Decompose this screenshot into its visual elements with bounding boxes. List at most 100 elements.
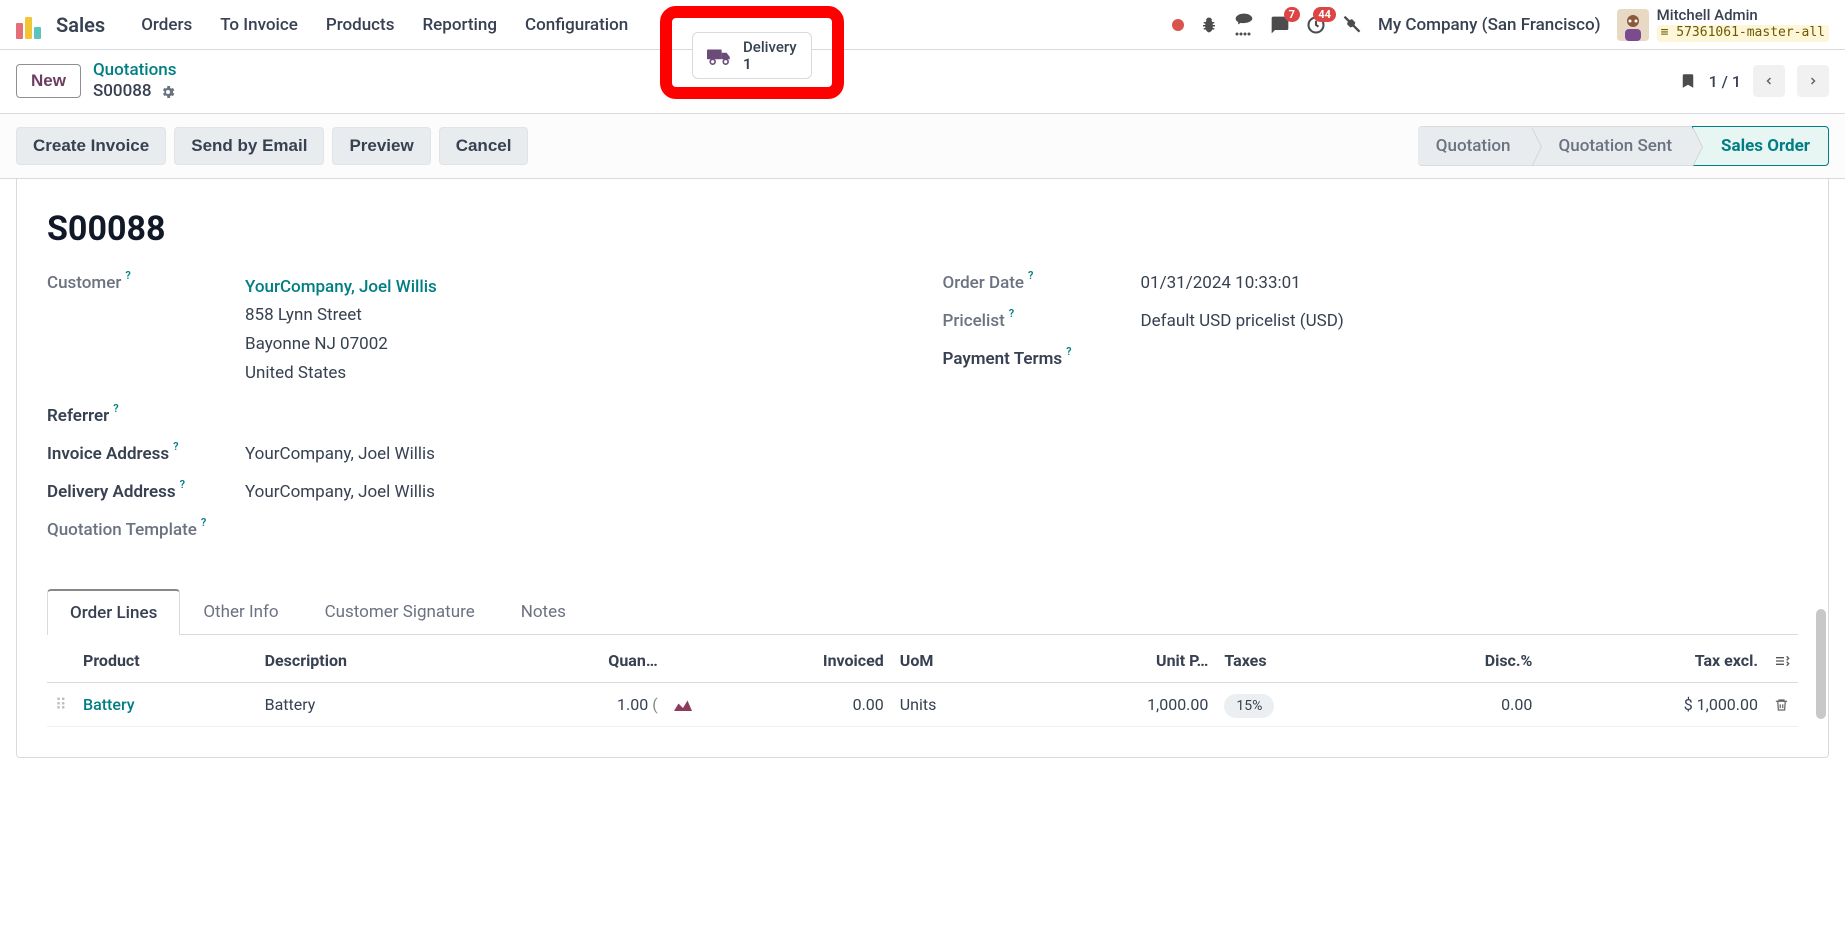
delivery-address-label: Delivery Address [47, 482, 176, 502]
help-icon[interactable]: ? [125, 269, 130, 282]
delivery-address-value[interactable]: YourCompany, Joel Willis [245, 482, 435, 502]
delivery-button[interactable]: Delivery 1 [692, 32, 812, 79]
pager-prev[interactable] [1753, 65, 1785, 97]
table-row[interactable]: ⠿ Battery Battery 1.00 ( 0.00 Units 1,00… [47, 683, 1798, 727]
scrollbar[interactable] [1816, 609, 1826, 719]
status-sales-order[interactable]: Sales Order [1692, 126, 1829, 166]
nav-products[interactable]: Products [314, 9, 407, 41]
help-icon[interactable]: ? [1009, 307, 1014, 320]
row-tax[interactable]: 15% [1224, 694, 1274, 718]
col-unit-price[interactable]: Unit P… [1023, 639, 1216, 683]
company-selector[interactable]: My Company (San Francisco) [1378, 15, 1601, 35]
col-description[interactable]: Description [257, 639, 503, 683]
app-logo[interactable] [16, 11, 44, 39]
breadcrumb-current: S00088 [93, 81, 152, 102]
tools-icon[interactable] [1342, 15, 1362, 35]
help-icon[interactable]: ? [1066, 345, 1071, 358]
activities-icon[interactable]: 44 [1306, 15, 1326, 35]
create-invoice-button[interactable]: Create Invoice [16, 127, 166, 165]
col-uom[interactable]: UoM [892, 639, 1023, 683]
new-button[interactable]: New [16, 64, 81, 98]
order-lines-table: Product Description Quan… Invoiced UoM U… [47, 639, 1798, 727]
activities-badge: 44 [1313, 7, 1336, 22]
pricelist-label: Pricelist [943, 311, 1005, 331]
preview-button[interactable]: Preview [332, 127, 430, 165]
status-quotation-sent[interactable]: Quotation Sent [1531, 126, 1693, 166]
row-quantity[interactable]: 1.00 [617, 695, 648, 714]
phone-icon[interactable] [1234, 12, 1254, 38]
referrer-label: Referrer [47, 406, 109, 426]
nav-configuration[interactable]: Configuration [513, 9, 640, 41]
pager-position[interactable]: 1 / 1 [1709, 72, 1741, 91]
delete-row-icon[interactable] [1774, 697, 1790, 713]
col-quantity[interactable]: Quan… [502, 639, 665, 683]
status-quotation[interactable]: Quotation [1418, 126, 1531, 166]
tab-other-info[interactable]: Other Info [180, 589, 301, 635]
col-invoiced[interactable]: Invoiced [700, 639, 892, 683]
send-email-button[interactable]: Send by Email [174, 127, 324, 165]
gear-icon[interactable] [160, 84, 176, 100]
status-bar: Quotation Quotation Sent Sales Order [1418, 126, 1829, 166]
nav-to-invoice[interactable]: To Invoice [208, 9, 310, 41]
nav-orders[interactable]: Orders [129, 9, 204, 41]
tab-order-lines[interactable]: Order Lines [47, 589, 180, 635]
breadcrumb-bar: New Quotations S00088 Delivery 1 1 / 1 [0, 50, 1845, 114]
sheet-tabs: Order Lines Other Info Customer Signatur… [47, 588, 1798, 635]
delivery-label: Delivery [743, 39, 797, 56]
cancel-button[interactable]: Cancel [439, 127, 529, 165]
pager-next[interactable] [1797, 65, 1829, 97]
user-name: Mitchell Admin [1657, 7, 1829, 24]
customer-link[interactable]: YourCompany, Joel Willis [245, 277, 437, 297]
row-uom[interactable]: Units [892, 683, 1023, 727]
tab-customer-signature[interactable]: Customer Signature [302, 589, 498, 635]
drag-handle-icon[interactable]: ⠿ [55, 695, 67, 714]
messages-icon[interactable]: 7 [1270, 15, 1290, 35]
help-icon[interactable]: ? [201, 516, 206, 529]
payment-terms-label: Payment Terms [943, 349, 1063, 369]
row-disc[interactable]: 0.00 [1381, 683, 1540, 727]
document-name: S00088 [47, 209, 1798, 249]
help-icon[interactable]: ? [180, 478, 185, 491]
customer-addr-city: Bayonne NJ 07002 [245, 334, 388, 354]
col-tax-excl[interactable]: Tax excl. [1540, 639, 1766, 683]
tab-notes[interactable]: Notes [498, 589, 589, 635]
help-icon[interactable]: ? [1028, 269, 1033, 282]
help-icon[interactable]: ? [113, 402, 118, 415]
form-sheet: S00088 Customer? YourCompany, Joel Willi… [16, 179, 1829, 759]
truck-icon [707, 46, 733, 66]
messages-badge: 7 [1284, 7, 1300, 22]
delivery-highlight: Delivery 1 [660, 6, 844, 99]
customer-addr-country: United States [245, 363, 346, 383]
delivery-count: 1 [743, 56, 797, 73]
invoice-address-value[interactable]: YourCompany, Joel Willis [245, 444, 435, 464]
quotation-template-label: Quotation Template [47, 520, 197, 540]
forecast-icon[interactable] [674, 698, 692, 712]
breadcrumb-root[interactable]: Quotations [93, 60, 177, 81]
record-indicator-icon [1172, 19, 1184, 31]
row-description[interactable]: Battery [257, 683, 503, 727]
column-options-icon[interactable] [1774, 653, 1790, 669]
avatar-icon [1617, 9, 1649, 41]
row-product[interactable]: Battery [83, 695, 135, 714]
invoice-address-label: Invoice Address [47, 444, 169, 464]
col-disc[interactable]: Disc.% [1381, 639, 1540, 683]
row-invoiced: 0.00 [700, 683, 892, 727]
debug-icon[interactable] [1200, 16, 1218, 34]
row-unit-price[interactable]: 1,000.00 [1023, 683, 1216, 727]
database-name: ≡ 57361061-master-all [1657, 25, 1829, 42]
order-date-label: Order Date [943, 273, 1025, 293]
app-title[interactable]: Sales [56, 13, 105, 37]
top-nav: Sales Orders To Invoice Products Reporti… [0, 0, 1845, 50]
user-menu[interactable]: Mitchell Admin ≡ 57361061-master-all [1617, 7, 1829, 41]
col-product[interactable]: Product [75, 639, 257, 683]
order-date-value[interactable]: 01/31/2024 10:33:01 [1141, 273, 1301, 293]
help-icon[interactable]: ? [173, 440, 178, 453]
bookmark-icon[interactable] [1679, 70, 1697, 92]
col-taxes[interactable]: Taxes [1216, 639, 1381, 683]
nav-reporting[interactable]: Reporting [410, 9, 509, 41]
customer-addr-street: 858 Lynn Street [245, 305, 362, 325]
action-bar: Create Invoice Send by Email Preview Can… [0, 114, 1845, 179]
row-tax-excl: $ 1,000.00 [1540, 683, 1766, 727]
customer-label: Customer [47, 273, 121, 293]
pricelist-value[interactable]: Default USD pricelist (USD) [1141, 311, 1344, 331]
